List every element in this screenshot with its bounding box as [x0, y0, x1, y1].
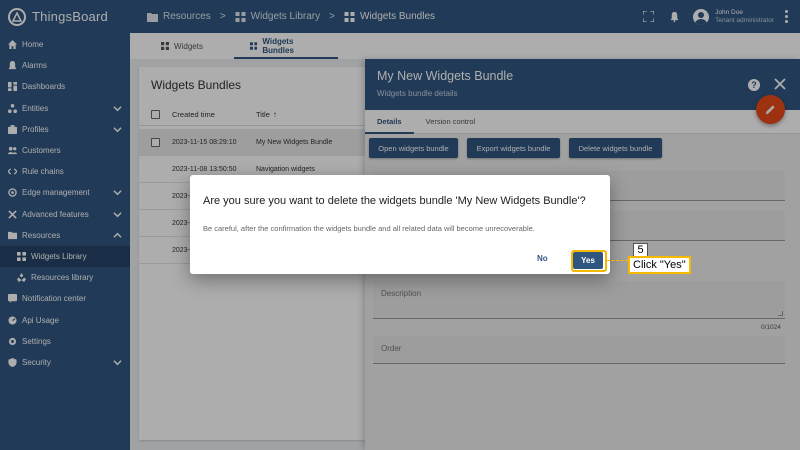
step-number-badge: 5: [633, 243, 648, 257]
dialog-message: Be careful, after the confirmation the w…: [203, 224, 535, 233]
yes-button-highlight: [571, 250, 607, 272]
no-button[interactable]: No: [537, 254, 548, 263]
callout-connector: [607, 260, 628, 261]
dialog-title: Are you sure you want to delete the widg…: [203, 195, 586, 207]
step-instruction: Click "Yes": [628, 256, 691, 274]
delete-confirm-dialog: Are you sure you want to delete the widg…: [190, 175, 610, 274]
